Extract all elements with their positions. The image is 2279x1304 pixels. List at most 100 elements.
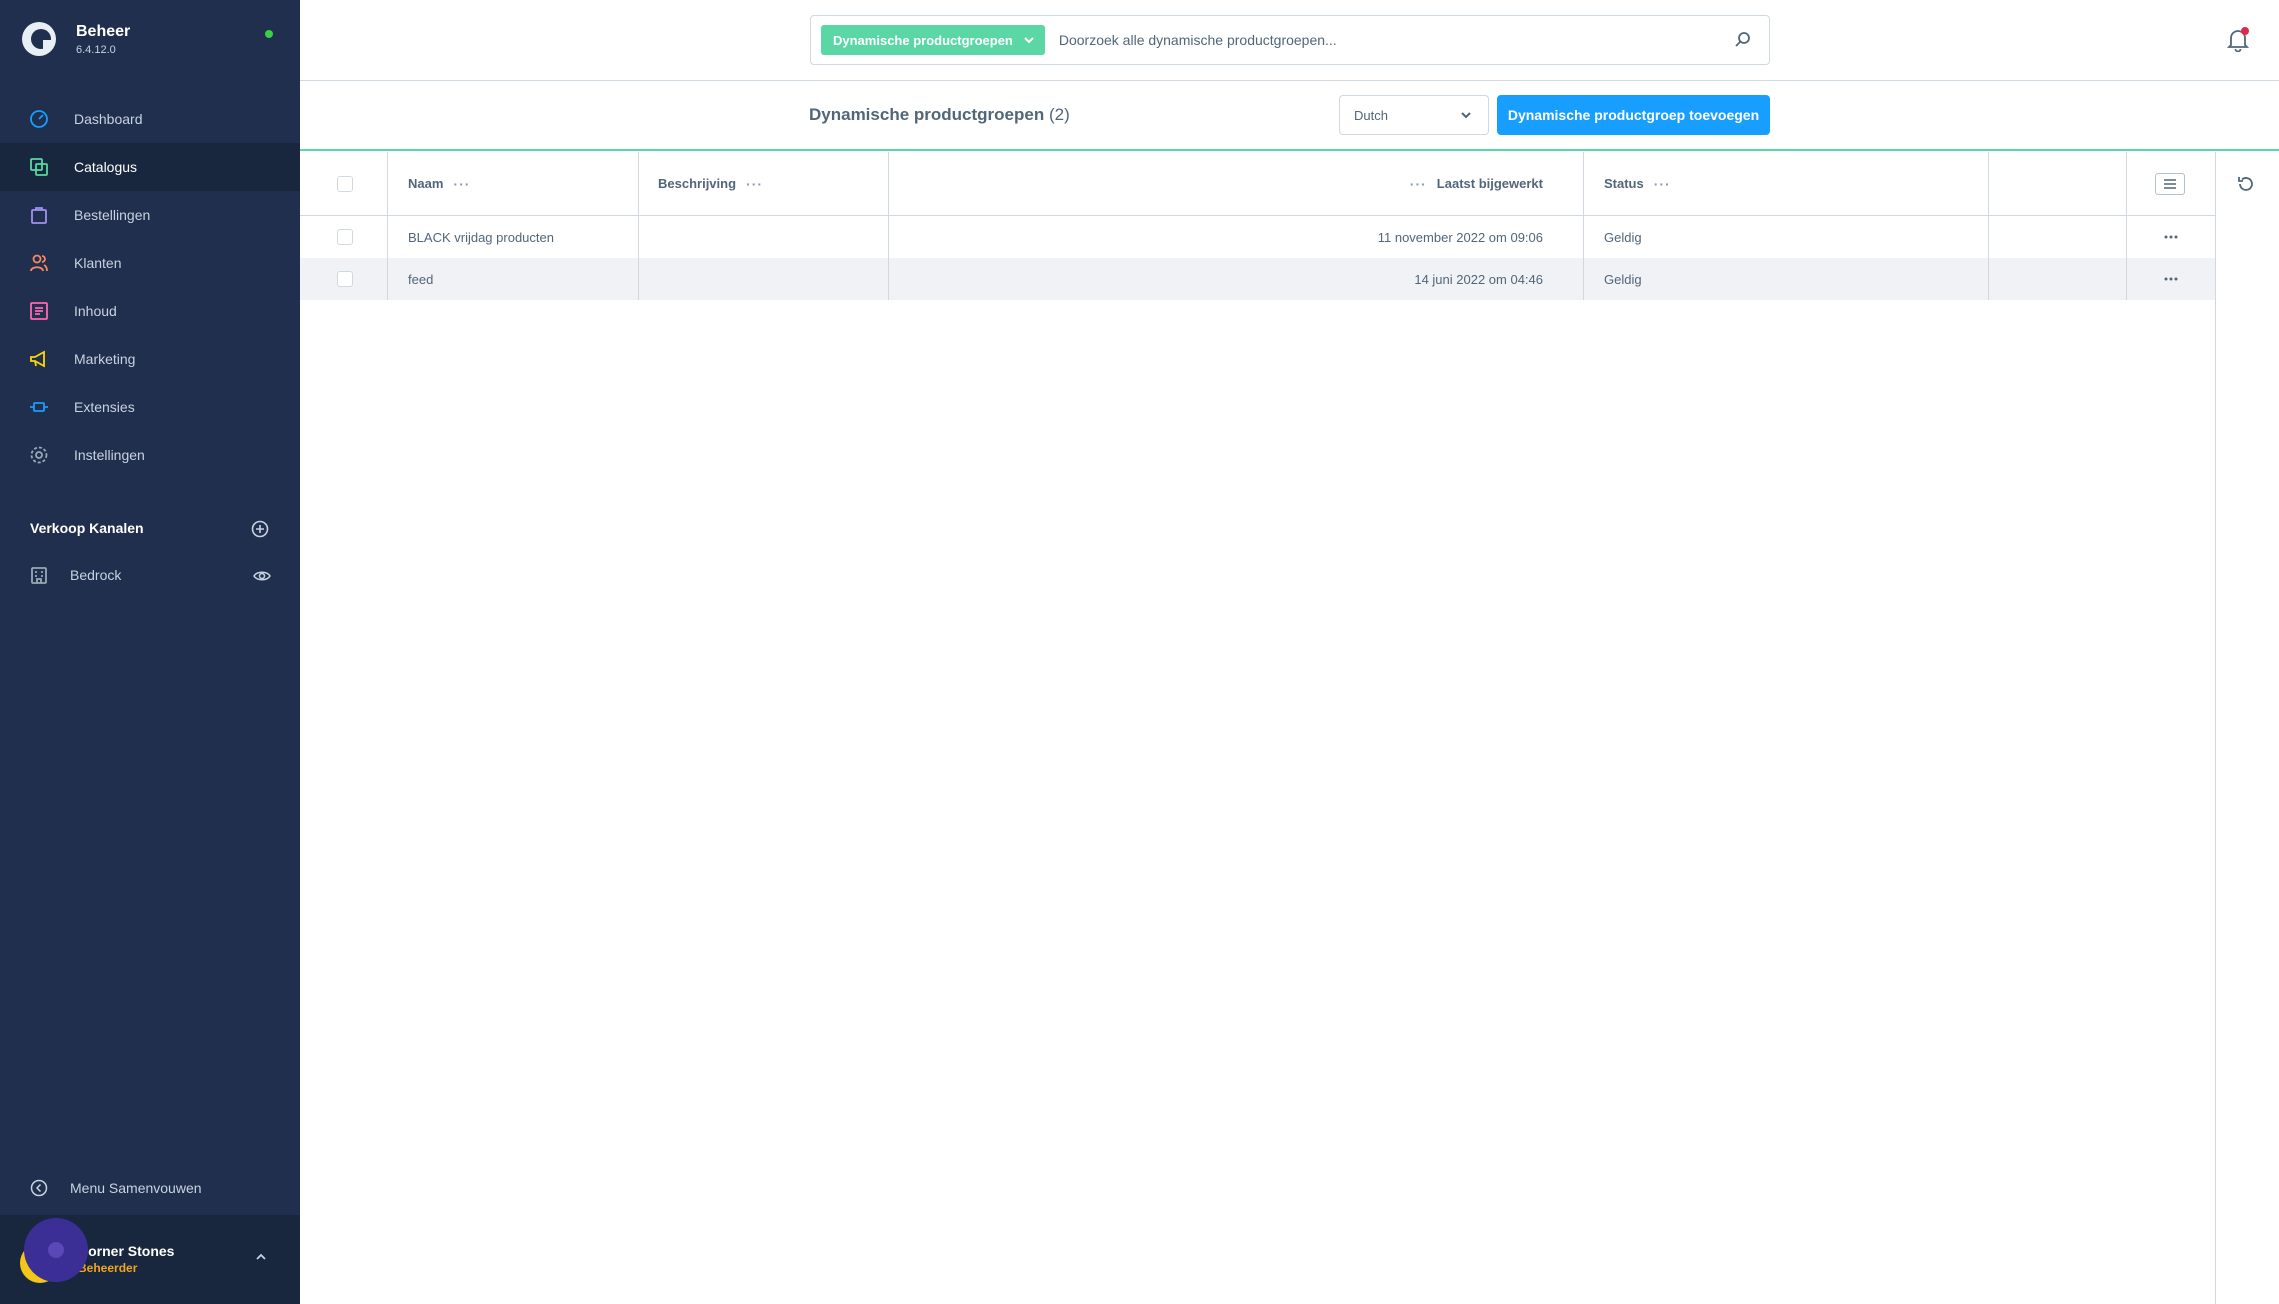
search-input[interactable]	[1058, 25, 1733, 55]
column-options-icon[interactable]: ···	[1654, 176, 1671, 192]
nav-item-customers[interactable]: Klanten	[0, 239, 300, 287]
column-options-icon[interactable]: ···	[1410, 176, 1427, 192]
nav-item-settings[interactable]: Instellingen	[0, 431, 300, 479]
column-settings-button[interactable]	[2155, 173, 2185, 195]
table-row[interactable]: feed 14 juni 2022 om 04:46 Geldig	[300, 258, 2215, 300]
column-header-description[interactable]: Beschrijving ···	[658, 152, 763, 215]
row-checkbox[interactable]	[337, 229, 353, 245]
data-grid: Naam ··· Beschrijving ··· ··· Laatst bij…	[300, 152, 2215, 300]
row-status: Geldig	[1604, 271, 1642, 287]
column-divider	[2126, 152, 2127, 215]
search-type-label: Dynamische productgroepen	[833, 32, 1013, 48]
column-header-updated[interactable]: ··· Laatst bijgewerkt	[888, 152, 1563, 215]
sales-channel-item-bedrock[interactable]: Bedrock	[28, 562, 278, 588]
chevron-up-icon[interactable]	[254, 1250, 268, 1264]
column-divider	[2126, 216, 2127, 258]
chevron-down-icon	[1461, 112, 1471, 119]
row-status: Geldig	[1604, 229, 1642, 245]
collapse-menu-button[interactable]: Menu Samenvouwen	[30, 1179, 202, 1197]
list-icon	[2164, 179, 2176, 189]
table-header-row: Naam ··· Beschrijving ··· ··· Laatst bij…	[300, 152, 2215, 216]
nav-item-catalog[interactable]: Catalogus	[0, 143, 300, 191]
column-header-label: Laatst bijgewerkt	[1436, 176, 1543, 191]
page-title-text: Dynamische productgroepen	[809, 105, 1045, 124]
user-name: Corner Stones	[78, 1243, 175, 1259]
eye-icon[interactable]	[253, 567, 271, 585]
marketing-icon	[28, 348, 50, 370]
column-options-icon[interactable]: ···	[746, 176, 763, 192]
nav-item-extensions[interactable]: Extensies	[0, 383, 300, 431]
column-options-icon[interactable]: ···	[453, 176, 470, 192]
row-actions-button[interactable]	[2162, 216, 2180, 258]
sidebar-rail-divider	[2215, 152, 2216, 1304]
column-divider	[387, 152, 388, 215]
top-bar: Dynamische productgroepen	[300, 0, 2279, 81]
avatar[interactable]	[24, 1218, 88, 1282]
column-header-status[interactable]: Status ···	[1604, 152, 1671, 215]
sidebar: Beheer 6.4.12.0 Dashboard Catalogus Best…	[0, 0, 300, 1304]
language-select-value: Dutch	[1354, 107, 1388, 123]
brand-title: Beheer	[76, 22, 131, 40]
column-divider	[1988, 152, 1989, 215]
search-icon[interactable]	[1733, 30, 1753, 50]
column-header-label: Naam	[408, 176, 444, 191]
page-header: Dynamische productgroepen (2) Dutch Dyna…	[300, 81, 2279, 151]
nav-item-label: Extensies	[74, 399, 135, 415]
content-icon	[28, 300, 50, 322]
add-sales-channel-icon[interactable]	[251, 520, 269, 538]
nav-item-dashboard[interactable]: Dashboard	[0, 95, 300, 143]
column-divider	[387, 258, 388, 300]
table-row[interactable]: BLACK vrijdag producten 11 november 2022…	[300, 216, 2215, 258]
refresh-icon[interactable]	[2236, 174, 2256, 194]
main-nav: Dashboard Catalogus Bestellingen Klanten…	[0, 95, 300, 479]
column-divider	[638, 152, 639, 215]
brand[interactable]: Beheer 6.4.12.0	[22, 22, 130, 56]
column-divider	[1583, 152, 1584, 215]
column-divider	[1988, 216, 1989, 258]
nav-item-orders[interactable]: Bestellingen	[0, 191, 300, 239]
user-role: Beheerder	[78, 1261, 138, 1275]
collapse-icon	[30, 1179, 48, 1197]
select-all-checkbox[interactable]	[337, 175, 353, 192]
select-all-cell	[337, 152, 353, 215]
sales-channel-label: Bedrock	[70, 567, 122, 583]
row-name[interactable]: feed	[408, 258, 433, 300]
column-divider	[1583, 258, 1584, 300]
column-divider	[1583, 216, 1584, 258]
search-type-dropdown[interactable]: Dynamische productgroepen	[821, 25, 1045, 55]
notification-badge	[2241, 27, 2249, 35]
column-divider	[2126, 258, 2127, 300]
nav-item-content[interactable]: Inhoud	[0, 287, 300, 335]
row-updated: 11 november 2022 om 09:06	[1377, 229, 1543, 245]
column-divider	[1988, 258, 1989, 300]
nav-item-marketing[interactable]: Marketing	[0, 335, 300, 383]
column-divider	[638, 216, 639, 258]
row-select-cell	[337, 258, 353, 300]
global-search: Dynamische productgroepen	[810, 15, 1770, 65]
collapse-menu-label: Menu Samenvouwen	[70, 1180, 202, 1196]
nav-item-label: Bestellingen	[74, 207, 151, 223]
more-horizontal-icon	[2164, 277, 2178, 281]
language-select[interactable]: Dutch	[1339, 95, 1489, 135]
column-header-name[interactable]: Naam ···	[408, 152, 470, 215]
nav-item-label: Instellingen	[74, 447, 145, 463]
row-checkbox[interactable]	[337, 271, 353, 287]
brand-version: 6.4.12.0	[76, 43, 116, 56]
row-name[interactable]: BLACK vrijdag producten	[408, 216, 554, 258]
more-horizontal-icon	[2164, 235, 2178, 239]
page-title-count: (2)	[1048, 105, 1070, 124]
catalog-icon	[28, 156, 50, 178]
nav-item-label: Marketing	[74, 351, 136, 367]
row-select-cell	[337, 216, 353, 258]
column-header-label: Status	[1604, 176, 1644, 191]
column-divider	[638, 258, 639, 300]
orders-icon	[28, 204, 50, 226]
nav-item-label: Inhoud	[74, 303, 117, 319]
nav-item-label: Dashboard	[74, 111, 143, 127]
shopware-logo-icon	[22, 22, 56, 56]
row-actions-button[interactable]	[2162, 258, 2180, 300]
nav-item-label: Klanten	[74, 255, 122, 271]
add-product-stream-button[interactable]: Dynamische productgroep toevoegen	[1497, 95, 1770, 135]
column-divider	[387, 216, 388, 258]
page-title: Dynamische productgroepen (2)	[809, 105, 1070, 125]
